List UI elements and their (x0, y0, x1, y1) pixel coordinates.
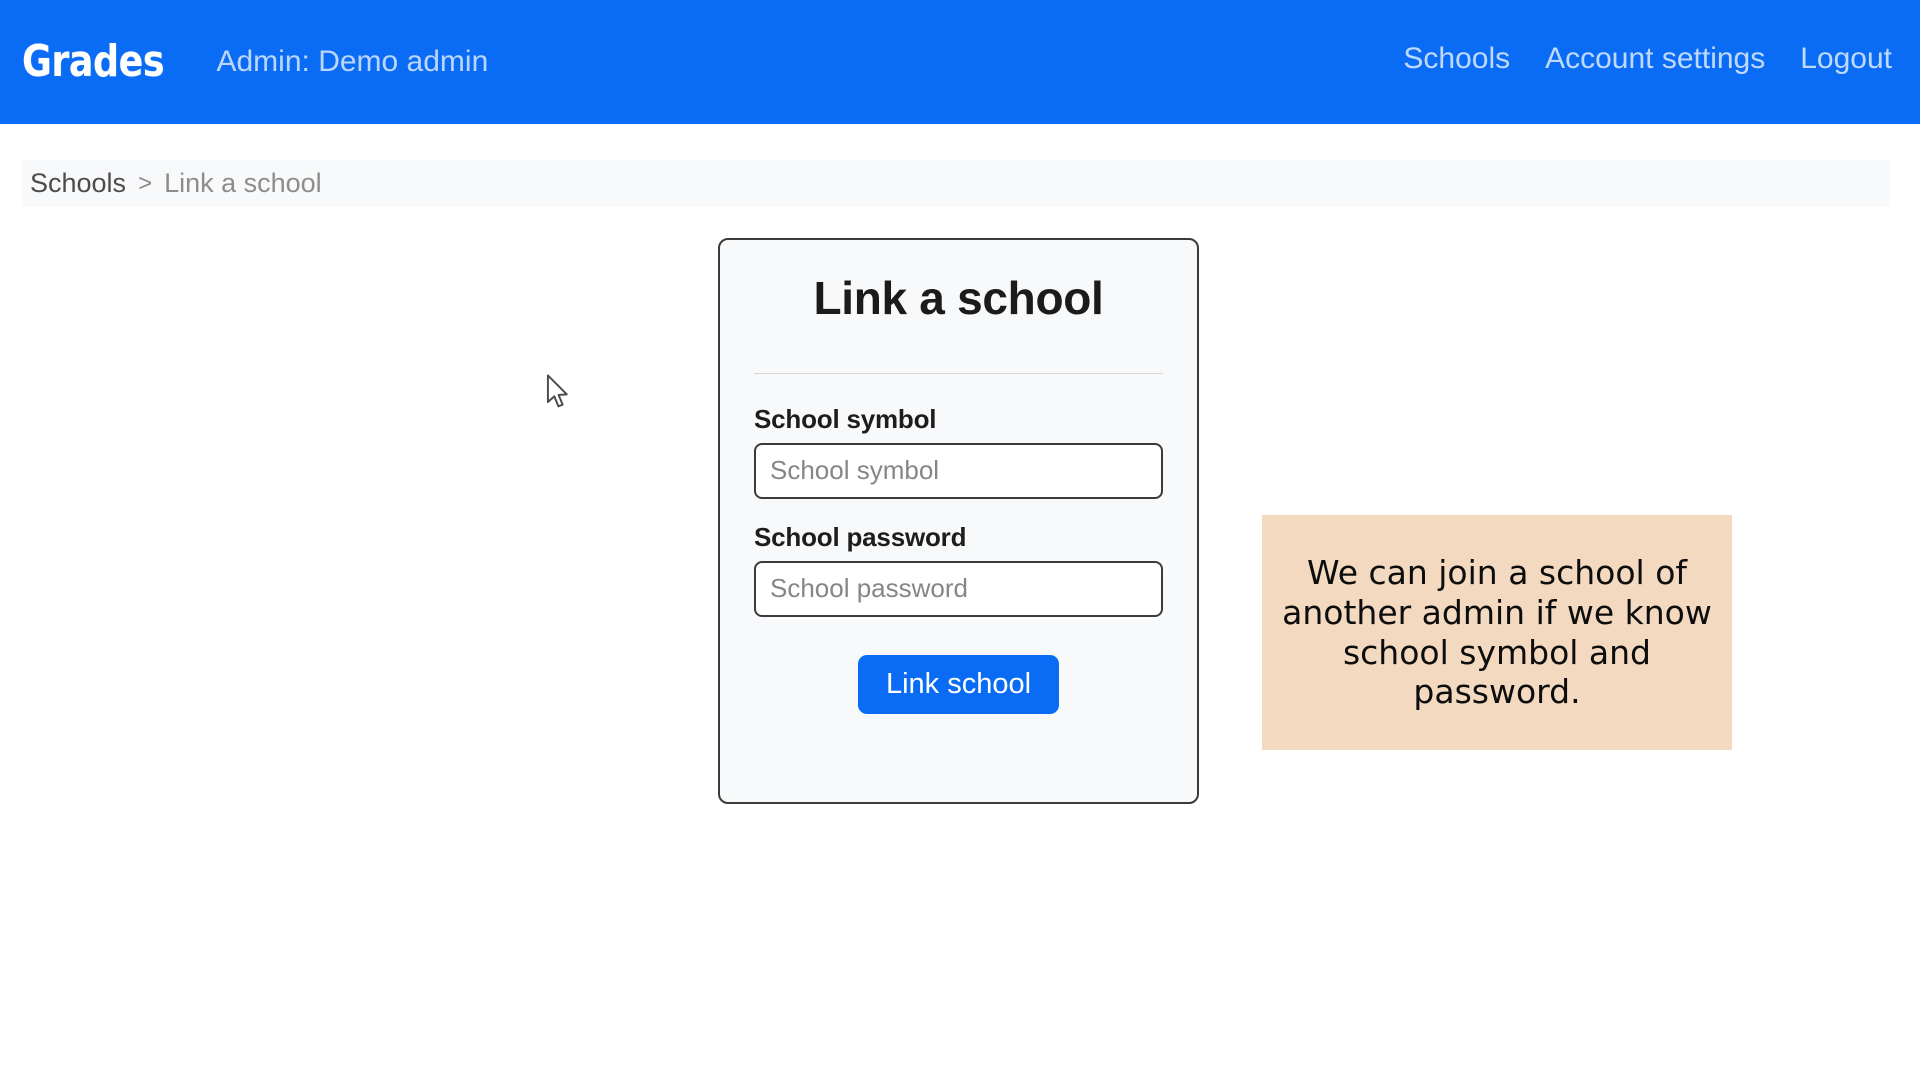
top-navbar: Grades Admin: Demo admin Schools Account… (0, 0, 1920, 124)
breadcrumb-item-current: Link a school (164, 168, 322, 198)
breadcrumb: Schools > Link a school (22, 160, 1890, 207)
nav-link-account-settings[interactable]: Account settings (1545, 44, 1765, 74)
admin-user-label: Admin: Demo admin (216, 45, 489, 78)
school-password-input[interactable] (754, 560, 1163, 617)
breadcrumb-item-schools[interactable]: Schools (30, 168, 126, 199)
card-divider (754, 372, 1163, 374)
school-password-label: School password (754, 521, 967, 552)
nav-link-logout[interactable]: Logout (1800, 44, 1892, 74)
app-logo[interactable]: Grades (22, 40, 165, 84)
submit-row: Link school (754, 654, 1163, 714)
navbar-links: Schools Account settings Logout (1403, 44, 1892, 80)
field-group-school-password: School password (754, 522, 1163, 617)
nav-link-schools[interactable]: Schools (1403, 44, 1510, 74)
card-title: Link a school (813, 272, 1104, 324)
link-school-card: Link a school School symbol School passw… (718, 238, 1199, 804)
breadcrumb-separator-icon: > (138, 169, 153, 197)
link-school-button[interactable]: Link school (857, 654, 1060, 714)
mouse-cursor-icon (546, 374, 568, 408)
annotation-text: We can join a school of another admin if… (1282, 553, 1712, 712)
field-group-school-symbol: School symbol (754, 404, 1163, 499)
annotation-callout: We can join a school of another admin if… (1262, 515, 1732, 750)
school-symbol-input[interactable] (754, 442, 1163, 499)
school-symbol-label: School symbol (754, 403, 937, 434)
